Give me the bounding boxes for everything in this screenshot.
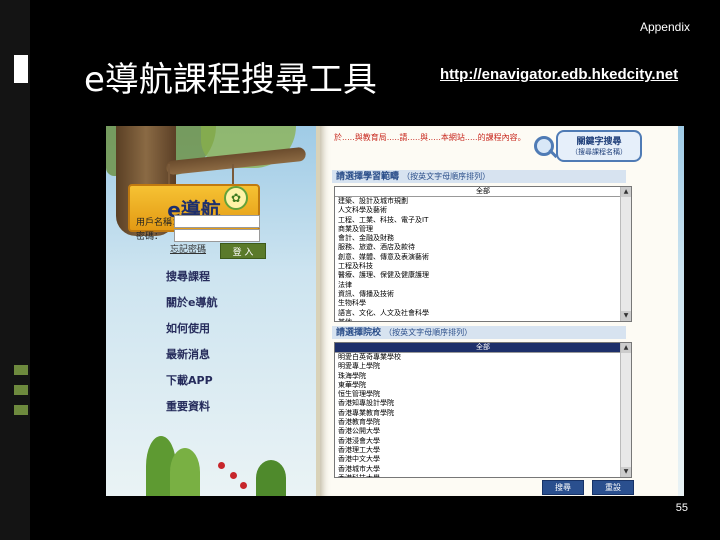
plant-decoration xyxy=(256,460,286,496)
learning-area-option[interactable]: 醫療、護理、保健及健康護理 xyxy=(335,271,631,280)
institution-option[interactable]: 香港理工大學 xyxy=(335,446,631,455)
learning-area-all-option[interactable]: 全部 xyxy=(335,187,631,197)
institution-option[interactable]: 珠海學院 xyxy=(335,372,631,381)
left-bar-accent xyxy=(14,405,28,415)
learning-area-option[interactable]: 語言、文化、人文及社會科學 xyxy=(335,309,631,318)
plant-decoration xyxy=(170,448,200,496)
learning-area-option[interactable]: 人文科學及藝術 xyxy=(335,206,631,215)
learning-area-option[interactable]: 其他 xyxy=(335,318,631,321)
institution-option[interactable]: 明愛白英奇專業學校 xyxy=(335,353,631,362)
learning-area-option[interactable]: 工程及科技 xyxy=(335,262,631,271)
institution-listbox[interactable]: 全部 明愛白英奇專業學校 明愛專上學院 珠海學院 東華學院 恒生管理學院 香港知專設計學院… xyxy=(334,342,632,478)
slide-left-bar xyxy=(0,0,30,540)
learning-area-option[interactable]: 資訊、傳播及技術 xyxy=(335,290,631,299)
left-bar-marker xyxy=(14,55,28,83)
instruction-note: 於.....與教育局.....請.....與.....本網站.....的課程內容… xyxy=(334,133,526,142)
left-bar-accent xyxy=(14,385,28,395)
keyword-search-title: 關鍵字搜尋 xyxy=(576,137,622,147)
sign-rope xyxy=(232,164,234,186)
institution-scrollbar[interactable]: ▲ ▼ xyxy=(620,343,631,477)
scroll-down-icon[interactable]: ▼ xyxy=(621,467,631,477)
left-bar-accent xyxy=(14,365,28,375)
login-button[interactable]: 登 入 xyxy=(220,243,266,259)
learning-area-option[interactable]: 建築、設計及城市規劃 xyxy=(335,197,631,206)
slide-title: e導航課程搜尋工具 xyxy=(84,60,377,100)
search-button[interactable]: 搜尋 xyxy=(542,480,584,495)
institution-options: 明愛白英奇專業學校 明愛專上學院 珠海學院 東華學院 恒生管理學院 香港知專設計學院 香港專… xyxy=(335,353,631,477)
institution-option[interactable]: 香港公開大學 xyxy=(335,427,631,436)
learning-area-option[interactable]: 服務、旅遊、酒店及款待 xyxy=(335,243,631,252)
sign-rope xyxy=(168,164,170,186)
password-field[interactable] xyxy=(174,229,260,242)
berry-decoration xyxy=(240,482,247,489)
institution-hint: （按英文字母順序排列） xyxy=(384,328,473,337)
institution-option[interactable]: 香港專業教育學院 xyxy=(335,409,631,418)
learning-area-option[interactable]: 工程、工業、科技、電子及IT xyxy=(335,216,631,225)
page-number: 55 xyxy=(675,502,688,514)
appendix-label: Appendix xyxy=(639,20,690,34)
learning-area-scrollbar[interactable]: ▲ ▼ xyxy=(620,187,631,321)
website-screenshot: e導航 ✿ 用戶名稱： 密碼： 忘記密碼 登 入 搜尋課程 關於e導航 如何使用… xyxy=(106,126,684,496)
site-url-link[interactable]: http://enavigator.edb.hkedcity.net xyxy=(440,66,678,83)
institution-option[interactable]: 香港科技大學 xyxy=(335,474,631,477)
berry-decoration xyxy=(230,472,237,479)
scroll-up-icon[interactable]: ▲ xyxy=(621,343,631,353)
learning-area-option[interactable]: 商業及管理 xyxy=(335,225,631,234)
berry-decoration xyxy=(218,462,225,469)
institution-option[interactable]: 明愛專上學院 xyxy=(335,362,631,371)
search-panel: 於.....與教育局.....請.....與.....本網站.....的課程內容… xyxy=(316,126,678,496)
forgot-password-link[interactable]: 忘記密碼 xyxy=(170,242,206,255)
learning-area-heading: 請選擇學習範疇 （按英文字母順序排列） xyxy=(332,170,626,183)
institution-all-option[interactable]: 全部 xyxy=(335,343,631,353)
institution-option[interactable]: 香港浸會大學 xyxy=(335,437,631,446)
password-label: 密碼： xyxy=(136,232,164,242)
learning-area-option[interactable]: 生物科學 xyxy=(335,299,631,308)
scroll-up-icon[interactable]: ▲ xyxy=(621,187,631,197)
menu-news[interactable]: 最新消息 xyxy=(166,346,210,362)
learning-area-option[interactable]: 創意、媒體、傳意及表演藝術 xyxy=(335,253,631,262)
keyword-search-button[interactable]: 關鍵字搜尋 （搜尋課程名稱） xyxy=(556,130,642,162)
keyword-search-subtitle: （搜尋課程名稱） xyxy=(571,148,627,156)
institution-option[interactable]: 香港中文大學 xyxy=(335,455,631,464)
institution-heading-text: 請選擇院校 xyxy=(336,328,382,338)
institution-option[interactable]: 香港知專設計學院 xyxy=(335,399,631,408)
menu-search-courses[interactable]: 搜尋課程 xyxy=(166,268,210,284)
menu-download-app[interactable]: 下載APP xyxy=(166,372,213,388)
institution-heading: 請選擇院校 （按英文字母順序排列） xyxy=(332,326,626,339)
flower-icon: ✿ xyxy=(224,186,248,210)
institution-option[interactable]: 香港城市大學 xyxy=(335,465,631,474)
learning-area-heading-text: 請選擇學習範疇 xyxy=(336,172,400,182)
menu-about[interactable]: 關於e導航 xyxy=(166,294,217,310)
scroll-down-icon[interactable]: ▼ xyxy=(621,311,631,321)
username-field[interactable] xyxy=(174,215,260,228)
learning-area-option[interactable]: 法律 xyxy=(335,281,631,290)
menu-important-info[interactable]: 重要資料 xyxy=(166,398,210,414)
reset-button[interactable]: 重設 xyxy=(592,480,634,495)
institution-option[interactable]: 東華學院 xyxy=(335,381,631,390)
learning-area-options: 建築、設計及城市規劃 人文科學及藝術 工程、工業、科技、電子及IT 商業及管理 會計、金… xyxy=(335,197,631,321)
learning-area-listbox[interactable]: 全部 建築、設計及城市規劃 人文科學及藝術 工程、工業、科技、電子及IT 商業及管理會… xyxy=(334,186,632,322)
institution-option[interactable]: 香港教育學院 xyxy=(335,418,631,427)
learning-area-hint: （按英文字母順序排列） xyxy=(402,172,491,181)
menu-how-to-use[interactable]: 如何使用 xyxy=(166,320,210,336)
